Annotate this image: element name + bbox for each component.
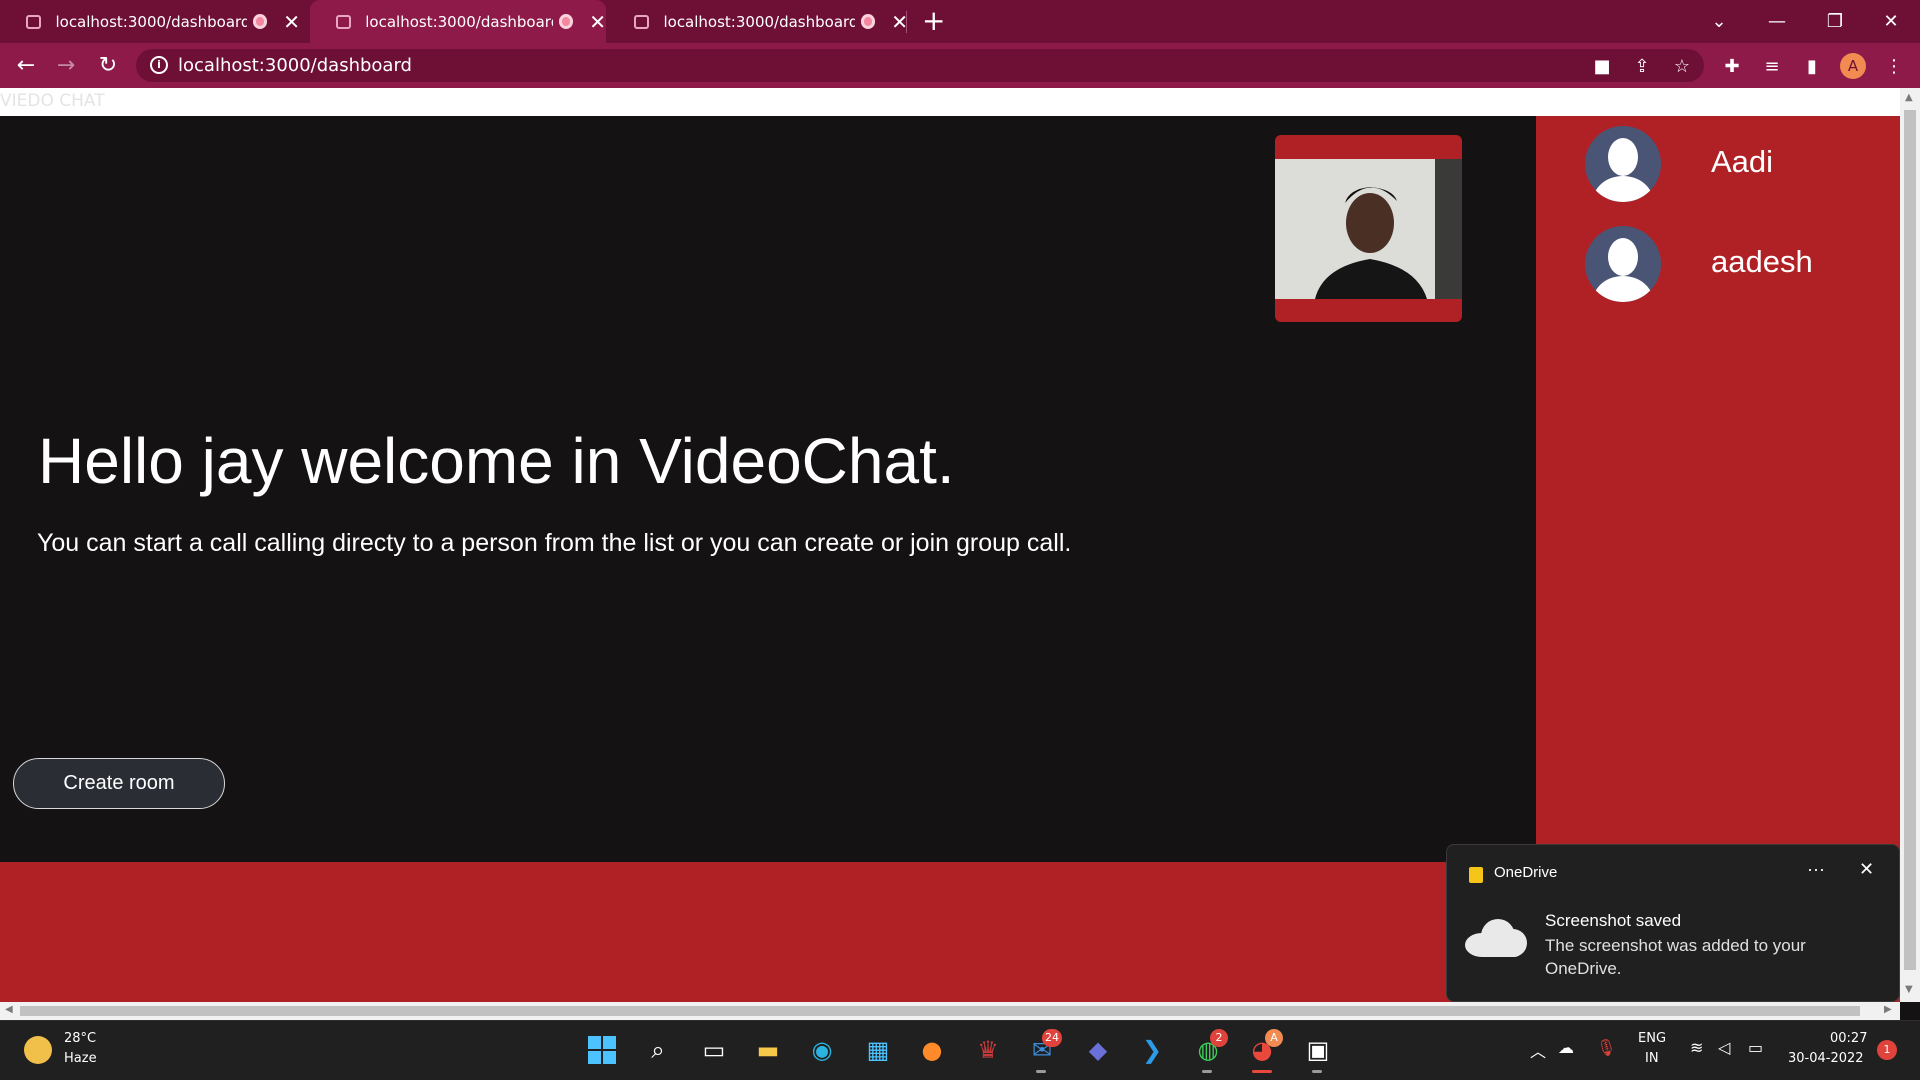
- more-options-icon[interactable]: ···: [1807, 859, 1825, 880]
- window-close-button[interactable]: ✕: [1862, 0, 1920, 43]
- wifi-icon[interactable]: ≋: [1690, 1038, 1703, 1057]
- recording-indicator-icon: [860, 14, 876, 29]
- scroll-left-icon[interactable]: ◀: [5, 1004, 13, 1015]
- tab-favicon-icon: [26, 14, 42, 29]
- reload-icon[interactable]: ↻: [88, 43, 128, 88]
- browser-tab-2[interactable]: localhost:3000/dashboard ✕: [310, 0, 606, 43]
- vscode-icon[interactable]: ❯: [1132, 1030, 1172, 1070]
- tab-close-icon[interactable]: ✕: [589, 12, 606, 32]
- search-icon[interactable]: ⌕: [638, 1030, 678, 1070]
- share-icon[interactable]: ⇪: [1628, 52, 1656, 80]
- new-tab-button[interactable]: +: [922, 4, 945, 37]
- site-info-icon[interactable]: i: [150, 56, 168, 74]
- tab-title: localhost:3000/dashboard: [55, 12, 247, 31]
- scrollbar-thumb[interactable]: [20, 1006, 1860, 1016]
- running-indicator: [1312, 1070, 1322, 1073]
- file-explorer-icon[interactable]: ▬: [748, 1030, 788, 1070]
- welcome-subtitle: You can start a call calling directy to …: [37, 529, 1072, 557]
- recording-indicator-icon: [558, 14, 574, 29]
- vertical-scrollbar[interactable]: [1900, 88, 1920, 1002]
- tab-title: localhost:3000/dashboard: [663, 12, 855, 31]
- tab-search-icon[interactable]: ⌄: [1690, 0, 1748, 43]
- recording-indicator-icon: [252, 14, 268, 29]
- microphone-icon[interactable]: 🎙: [1596, 1038, 1616, 1057]
- clock-time[interactable]: 00:27: [1830, 1031, 1867, 1046]
- whatsapp-badge: 2: [1210, 1029, 1228, 1047]
- user-list-item[interactable]: aadesh: [1585, 226, 1885, 306]
- input-region[interactable]: IN: [1645, 1051, 1659, 1066]
- mail-badge: 24: [1042, 1029, 1062, 1047]
- notification-app-name: OneDrive: [1494, 864, 1558, 881]
- onedrive-tray-icon[interactable]: ☁: [1558, 1038, 1574, 1057]
- profile-avatar[interactable]: A: [1840, 53, 1866, 79]
- edge-browser-icon[interactable]: ◉: [802, 1030, 842, 1070]
- running-indicator: [1202, 1070, 1212, 1073]
- active-app-indicator: [1252, 1070, 1272, 1073]
- store-icon[interactable]: ▦: [858, 1030, 898, 1070]
- scroll-up-icon[interactable]: ▲: [1905, 92, 1913, 103]
- camera-feed: [1275, 159, 1462, 299]
- tab-title: localhost:3000/dashboard: [365, 12, 553, 31]
- welcome-title: Hello jay welcome in VideoChat.: [38, 425, 955, 497]
- weather-temperature[interactable]: 28°C: [64, 1031, 96, 1046]
- windows-taskbar: [0, 1020, 1920, 1080]
- weather-description[interactable]: Haze: [64, 1051, 97, 1066]
- media-control-icon[interactable]: ≡: [1758, 52, 1786, 80]
- cloud-icon: [1465, 917, 1527, 957]
- camera-in-use-icon[interactable]: ■: [1588, 52, 1616, 80]
- back-icon[interactable]: ←: [6, 43, 46, 88]
- notification-title: Screenshot saved: [1545, 911, 1682, 930]
- tab-close-icon[interactable]: ✕: [283, 12, 300, 32]
- clock-date[interactable]: 30-04-2022: [1788, 1051, 1864, 1066]
- onedrive-notification[interactable]: OneDrive ··· ✕ Screenshot saved The scre…: [1446, 844, 1900, 1002]
- app-brand: VIEDO CHAT: [0, 91, 105, 111]
- extensions-icon[interactable]: ✚: [1718, 52, 1746, 80]
- create-room-button[interactable]: Create room: [13, 758, 225, 809]
- address-url[interactable]: localhost:3000/dashboard: [178, 55, 412, 76]
- page-header-strip: [0, 88, 1920, 116]
- bookmark-star-icon[interactable]: ☆: [1668, 52, 1696, 80]
- tab-favicon-icon: [336, 14, 352, 29]
- notification-count-badge[interactable]: 1: [1877, 1040, 1897, 1060]
- task-view-icon[interactable]: ▭: [694, 1030, 734, 1070]
- volume-icon[interactable]: ◁: [1718, 1038, 1730, 1057]
- scroll-right-icon[interactable]: ▶: [1884, 1004, 1892, 1015]
- battery-icon[interactable]: ▭: [1748, 1038, 1763, 1057]
- minimize-button[interactable]: —: [1748, 0, 1806, 43]
- user-avatar-icon: [1585, 226, 1661, 302]
- notification-message: The screenshot was added to your OneDriv…: [1545, 936, 1806, 978]
- forward-icon[interactable]: →: [46, 43, 86, 88]
- onedrive-app-icon: [1469, 867, 1483, 883]
- browser-tab-1[interactable]: localhost:3000/dashboard ✕: [0, 0, 300, 43]
- teams-icon[interactable]: ◆: [1078, 1030, 1118, 1070]
- tab-separator: [906, 11, 907, 33]
- firefox-icon[interactable]: ●: [912, 1030, 952, 1070]
- side-panel-icon[interactable]: ▮: [1798, 52, 1826, 80]
- user-avatar-icon: [1585, 126, 1661, 202]
- scroll-down-icon[interactable]: ▼: [1905, 984, 1913, 995]
- game-app-icon[interactable]: ♛: [968, 1030, 1008, 1070]
- local-video-preview: [1275, 135, 1462, 322]
- horizontal-scrollbar[interactable]: [0, 1002, 1900, 1020]
- tab-favicon-icon: [634, 14, 650, 29]
- address-bar[interactable]: i localhost:3000/dashboard: [136, 49, 1704, 82]
- scrollbar-thumb[interactable]: [1904, 110, 1916, 970]
- restore-button[interactable]: ❐: [1806, 0, 1864, 43]
- user-list-item[interactable]: Aadi: [1585, 126, 1885, 206]
- terminal-icon[interactable]: ▣: [1298, 1030, 1338, 1070]
- browser-menu-icon[interactable]: ⋮: [1880, 52, 1908, 80]
- input-language[interactable]: ENG: [1638, 1031, 1666, 1046]
- show-hidden-icons-icon[interactable]: ︿: [1530, 1038, 1546, 1062]
- close-icon[interactable]: ✕: [1859, 859, 1874, 880]
- user-name: aadesh: [1711, 244, 1813, 279]
- start-button[interactable]: [582, 1030, 622, 1070]
- browser-tab-3[interactable]: localhost:3000/dashboard ✕: [608, 0, 908, 43]
- user-name: Aadi: [1711, 144, 1774, 179]
- running-indicator: [1036, 1070, 1046, 1073]
- windows-logo-icon: [588, 1036, 616, 1064]
- chrome-profile-badge: A: [1265, 1029, 1283, 1047]
- webcam-person-image: [1275, 159, 1462, 299]
- weather-moon-icon[interactable]: [24, 1036, 52, 1064]
